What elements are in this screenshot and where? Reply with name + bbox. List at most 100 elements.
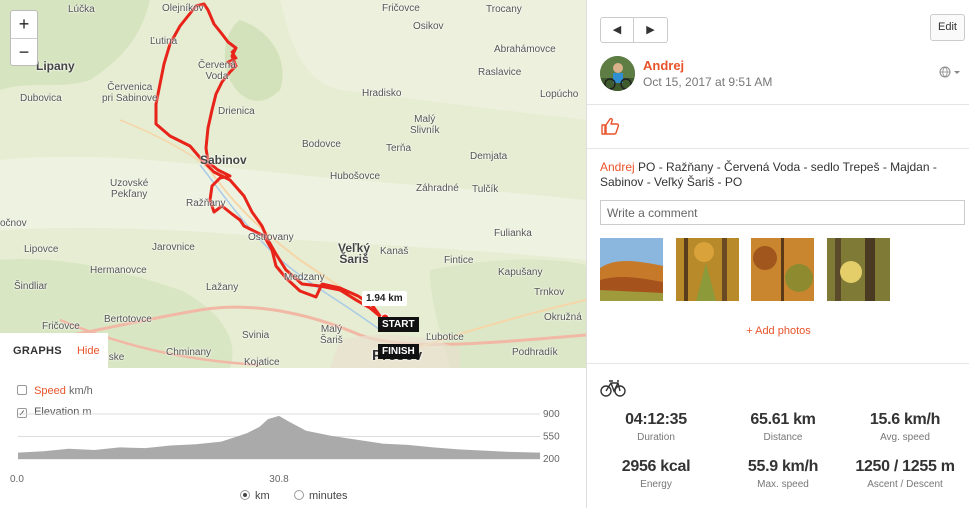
- map-place-label: Fričovce: [42, 321, 80, 332]
- map-place-label: Uzovské Pekľany: [110, 178, 149, 200]
- map-place-label: Záhradné: [416, 183, 459, 194]
- divider: [587, 363, 969, 364]
- map-place-label: Medzany: [284, 272, 325, 283]
- graphs-tab: GRAPHS Hide: [0, 333, 108, 368]
- map-place-label: Ražňany: [186, 198, 226, 209]
- map-place-label: Veľký Šariš: [338, 241, 370, 266]
- unit-km-option[interactable]: km: [240, 490, 270, 502]
- map-place-label: Osikov: [413, 21, 444, 32]
- stat-value: 04:12:35: [625, 411, 687, 428]
- divider: [587, 104, 969, 105]
- minutes-radio[interactable]: [294, 490, 304, 500]
- start-marker: START: [378, 317, 419, 332]
- stat-avg-speed: 15.6 km/h Avg. speed: [845, 411, 965, 443]
- route-map[interactable]: Lúčka Olejníkov Fričovce Trocany Osikov Abrah…: [0, 0, 586, 368]
- graphs-panel: Speed km/h ✓ Elevation m 900 550 200 0.0 30.…: [0, 368, 586, 508]
- map-place-label: Drienica: [218, 106, 255, 117]
- prev-activity-button[interactable]: ◀: [600, 17, 634, 43]
- map-place-label: Kapušany: [498, 267, 543, 278]
- edit-button[interactable]: Edit: [930, 14, 965, 41]
- stat-value: 1250 / 1255 m: [855, 458, 955, 475]
- map-place-label: Lipovce: [24, 244, 59, 255]
- km-radio[interactable]: [240, 490, 250, 500]
- minutes-radio-label: minutes: [309, 490, 348, 502]
- map-place-label: Malý Šariš: [320, 324, 343, 346]
- athlete-name[interactable]: Andrej: [643, 58, 684, 73]
- activity-photo[interactable]: [676, 238, 739, 301]
- map-place-label: očnov: [0, 218, 27, 229]
- thumbs-up-icon[interactable]: [600, 116, 620, 141]
- stat-label: Duration: [637, 432, 675, 443]
- map-place-label: Kanaš: [380, 246, 409, 257]
- stat-label: Avg. speed: [880, 432, 930, 443]
- map-place-label: Tulčík: [472, 184, 499, 195]
- zoom-out-button[interactable]: −: [11, 38, 37, 65]
- map-place-label: Hermanovce: [90, 265, 147, 276]
- map-place-label: Šindliar: [14, 281, 48, 292]
- map-place-label: Trocany: [486, 4, 522, 15]
- map-place-label: Jarovnice: [152, 242, 195, 253]
- stat-max-speed: 55.9 km/h Max. speed: [723, 458, 843, 490]
- hide-graphs-link[interactable]: Hide: [77, 345, 100, 357]
- speed-toggle[interactable]: Speed km/h: [17, 385, 93, 397]
- map-place-label: Bodovce: [302, 139, 341, 150]
- stat-distance: 65.61 km Distance: [723, 411, 843, 443]
- map-place-label: Fričovce: [382, 3, 420, 14]
- map-place-label: Okružná: [544, 312, 582, 323]
- stat-label: Distance: [763, 432, 803, 443]
- speed-checkbox[interactable]: [17, 385, 27, 395]
- y-tick-label: 900: [543, 409, 560, 420]
- stat-energy: 2956 kcal Energy: [596, 458, 716, 490]
- avatar-image: [600, 56, 635, 91]
- map-place-label: Chminany: [166, 347, 212, 358]
- map-place-label: Ostrovany: [248, 232, 294, 243]
- zoom-controls: + −: [10, 10, 38, 66]
- y-tick-label: 550: [543, 432, 560, 443]
- activity-date: Oct 15, 2017 at 9:51 AM: [643, 75, 773, 89]
- globe-icon[interactable]: [939, 66, 961, 81]
- map-place-label: Lúčka: [68, 4, 95, 15]
- x-tick-label: 0.0: [10, 474, 24, 485]
- stat-ascent-descent: 1250 / 1255 m Ascent / Descent: [845, 458, 965, 490]
- athlete-avatar[interactable]: [600, 56, 635, 91]
- stat-label: Max. speed: [757, 479, 809, 490]
- map-place-label: Abrahámovce: [494, 44, 556, 55]
- map-place-label: Lažany: [206, 282, 239, 293]
- map-place-label: Červenica pri Sabinove: [102, 82, 158, 104]
- elevation-chart[interactable]: 900 550 200 0.0 30.8: [0, 406, 586, 490]
- km-radio-label: km: [255, 490, 270, 502]
- finish-marker: FINISH: [378, 344, 419, 359]
- stat-value: 2956 kcal: [621, 458, 691, 475]
- map-place-label: Svinia: [242, 330, 270, 341]
- map-place-label: Ľubotice: [426, 332, 464, 343]
- divider: [587, 148, 969, 149]
- map-place-label: Terňa: [386, 143, 412, 154]
- map-place-label: Fintice: [444, 255, 474, 266]
- activity-photo[interactable]: [751, 238, 814, 301]
- zoom-in-button[interactable]: +: [11, 11, 37, 38]
- add-photos-link[interactable]: + Add photos: [587, 325, 969, 337]
- map-place-label: Podhradík: [512, 347, 558, 358]
- stat-value: 15.6 km/h: [869, 411, 941, 428]
- map-place-label: Bertotovce: [104, 314, 152, 325]
- description-athlete-link[interactable]: Andrej: [600, 160, 635, 174]
- map-place-label: Fulianka: [494, 228, 532, 239]
- map-place-label: Malý Slivník: [410, 114, 440, 136]
- map-place-label: Raslavice: [478, 67, 522, 78]
- stat-value: 65.61 km: [750, 411, 816, 428]
- stat-label: Energy: [640, 479, 672, 490]
- distance-marker-label: 1.94 km: [362, 291, 407, 306]
- activity-description: Andrej PO - Ražňany - Červená Voda - sed…: [600, 160, 960, 190]
- unit-minutes-option[interactable]: minutes: [294, 490, 348, 502]
- activity-photo[interactable]: [827, 238, 890, 301]
- description-text: PO - Ražňany - Červená Voda - sedlo Trep…: [600, 160, 937, 189]
- map-place-label: Červená Voda: [198, 60, 236, 82]
- stat-value: 55.9 km/h: [747, 458, 819, 475]
- map-place-label: Lipany: [36, 59, 75, 73]
- x-tick-label: 30.8: [269, 474, 289, 485]
- comment-input[interactable]: Write a comment: [600, 200, 965, 225]
- activity-photo[interactable]: [600, 238, 663, 301]
- next-activity-button[interactable]: ▶: [634, 17, 668, 43]
- map-place-label: Ľutina: [150, 36, 178, 47]
- map-place-label: Kojatice: [244, 357, 280, 368]
